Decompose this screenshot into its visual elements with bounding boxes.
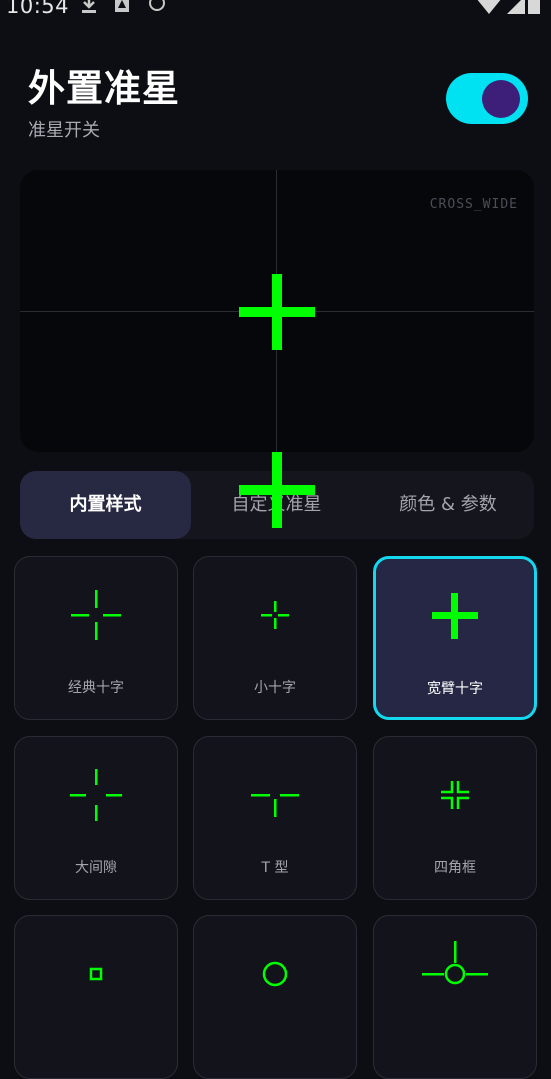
- wifi-icon: [476, 0, 502, 20]
- style-card-square-dot[interactable]: [14, 915, 178, 1079]
- crosshair-toggle[interactable]: [446, 73, 528, 124]
- style-label: T 型: [261, 860, 289, 876]
- t-shape-icon: [251, 794, 299, 817]
- classic-cross-icon: [71, 590, 121, 640]
- wide-cross-icon: [432, 593, 478, 639]
- style-card-classic-cross[interactable]: 经典十字: [14, 556, 178, 720]
- overlay-crosshair-icon: [239, 452, 315, 528]
- tab-color-params[interactable]: 颜色 & 参数: [362, 471, 534, 539]
- status-bar: 10:54: [0, 0, 551, 22]
- style-card-circle[interactable]: [193, 915, 357, 1079]
- crosshair-preview: CROSS_WIDE: [20, 170, 534, 452]
- battery-icon: [527, 0, 541, 20]
- style-card-small-cross[interactable]: 小十字: [193, 556, 357, 720]
- gallery-icon: [114, 0, 130, 18]
- sync-icon: [148, 0, 166, 18]
- style-label: 四角框: [434, 860, 476, 876]
- signal-icon: [505, 0, 525, 20]
- preview-crosshair-icon: [239, 274, 315, 350]
- style-card-t-shape[interactable]: T 型: [193, 736, 357, 900]
- status-time: 10:54: [6, 0, 70, 18]
- circle-cross-icon: [422, 941, 488, 985]
- preview-style-code: CROSS_WIDE: [429, 197, 518, 212]
- circle-icon: [262, 961, 288, 987]
- page-title: 外置准星: [28, 67, 180, 110]
- style-card-wide-cross[interactable]: 宽臂十字: [373, 556, 537, 720]
- toggle-label: 准星开关: [28, 120, 100, 141]
- style-label: 宽臂十字: [427, 681, 483, 697]
- toggle-knob: [482, 80, 520, 118]
- style-card-circle-cross[interactable]: [373, 915, 537, 1079]
- style-label: 大间隙: [75, 860, 117, 876]
- large-gap-cross-icon: [70, 769, 122, 821]
- style-label: 经典十字: [68, 680, 124, 696]
- style-card-corner-frame[interactable]: 四角框: [373, 736, 537, 900]
- style-label: 小十字: [254, 680, 296, 696]
- tab-builtin-styles[interactable]: 内置样式: [20, 471, 191, 539]
- download-icon: [80, 0, 98, 20]
- square-dot-icon: [89, 967, 103, 981]
- corner-frame-icon: [441, 781, 469, 809]
- small-cross-icon: [261, 601, 289, 629]
- style-card-large-gap[interactable]: 大间隙: [14, 736, 178, 900]
